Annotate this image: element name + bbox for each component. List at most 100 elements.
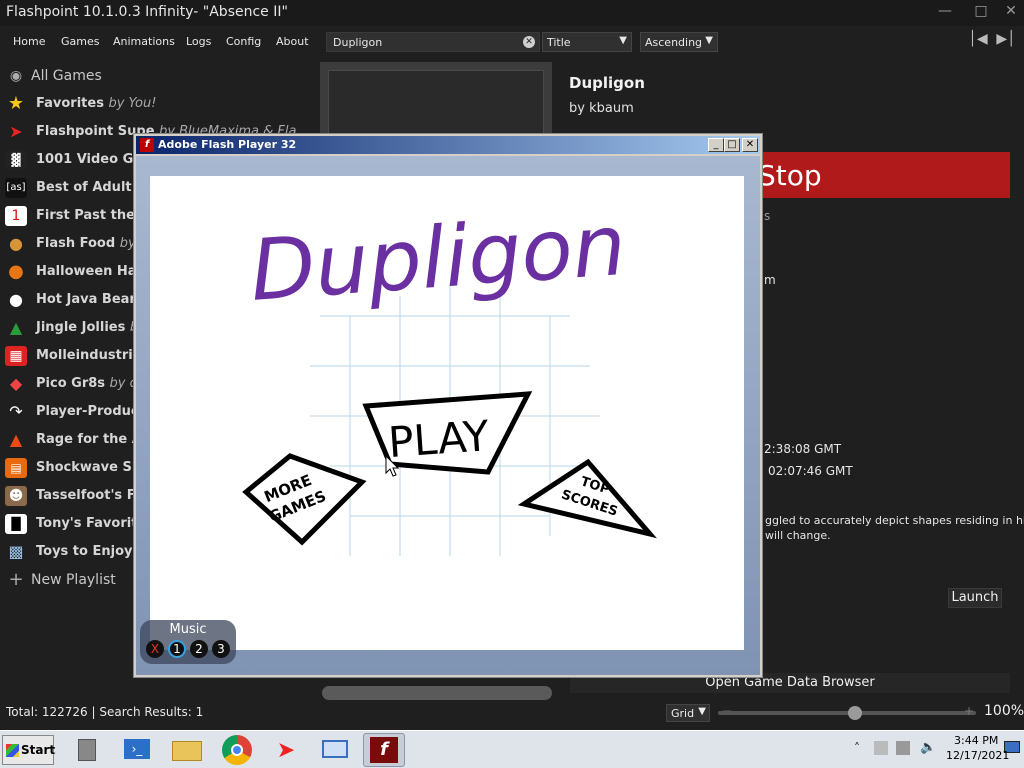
launch-button[interactable]: Launch [948, 588, 1002, 608]
close-icon[interactable]: ✕ [742, 138, 758, 152]
close-icon[interactable]: ✕ [1000, 3, 1022, 21]
playlist-name: Molleindustria [36, 348, 142, 363]
playlist-name: Favorites [36, 96, 104, 111]
chevron-down-icon: ▼ [698, 706, 706, 717]
as-logo-icon: [as] [5, 178, 27, 198]
sidebar-item-label: Rage for the A [36, 432, 142, 447]
flash-player-window: f Adobe Flash Player 32 _ □ ✕ Dupligon P… [133, 133, 763, 678]
sidebar-item-label: Flash Food by T [36, 236, 148, 251]
maximize-icon[interactable]: □ [970, 3, 992, 21]
playlist-name: Jingle Jollies [36, 320, 126, 335]
music-track-1-button[interactable]: 1 [168, 640, 186, 658]
taskbar: Start ›_ ➤ f ˄ 🔈 [0, 730, 1024, 768]
action-center-icon[interactable] [874, 741, 888, 755]
menu-games[interactable]: Games [61, 35, 99, 48]
window-switcher-icon[interactable] [314, 733, 356, 767]
menu-about[interactable]: About [276, 35, 309, 48]
flash-window-title: Adobe Flash Player 32 [158, 138, 297, 151]
more-games-button[interactable]: MORE GAMES [242, 453, 367, 546]
flash-player-taskbar-icon[interactable]: f [363, 733, 405, 767]
volume-icon[interactable]: 🔈 [920, 740, 936, 755]
date-added: 2:38:08 GMT [764, 442, 842, 456]
game-thumbnail [320, 62, 552, 142]
powershell-icon[interactable]: ›_ [116, 733, 158, 767]
description-line: ggled to accurately depict shapes residi… [765, 514, 1024, 527]
date-modified: 02:07:46 GMT [768, 464, 853, 478]
sort-field-select[interactable]: Title ▼ [542, 32, 632, 52]
sidebar-item-label: Jingle Jollies by [36, 320, 146, 335]
horizontal-scrollbar[interactable] [322, 686, 552, 700]
burger-icon: ● [9, 234, 23, 253]
view-mode-value: Grid [671, 707, 695, 720]
search-input[interactable]: Dupligon ✕ [326, 32, 540, 52]
status-text: Total: 122726 | Search Results: 1 [6, 705, 204, 719]
title-bar: Flashpoint 10.1.0.3 Infinity- "Absence I… [0, 0, 1024, 26]
game-logo: Dupligon [247, 196, 629, 320]
show-hidden-icons-icon[interactable]: ˄ [854, 741, 860, 755]
playlist-name: Halloween Hau [36, 264, 146, 279]
minimize-icon[interactable]: — [934, 3, 956, 21]
flash-title-bar: f Adobe Flash Player 32 _ □ ✕ [136, 136, 760, 154]
sidebar-item-label: Molleindustria [36, 348, 141, 363]
game-title: Dupligon [569, 74, 645, 92]
plus-icon: + [8, 569, 24, 590]
star-icon: ★ [7, 93, 25, 114]
playlist-name: Player-Produce [36, 404, 148, 419]
number-one-icon: 1 [5, 206, 27, 226]
eye-icon: ◉ [9, 68, 23, 84]
flashpoint-icon[interactable]: ➤ [264, 733, 306, 767]
playlist-name: Flash Food [36, 236, 116, 251]
start-button[interactable]: Start [2, 735, 55, 765]
zoom-percent: 100% [984, 703, 1024, 719]
zoom-slider-thumb[interactable] [848, 706, 862, 720]
stop-button[interactable]: Stop [748, 152, 1010, 198]
playlist-name: 1001 Video Ga [36, 152, 143, 167]
blocks-icon: ▩ [8, 542, 24, 561]
share-icon: ↷ [9, 402, 23, 421]
flashpoint-icon: ➤ [9, 122, 23, 141]
music-track-2-button[interactable]: 2 [190, 640, 208, 658]
sidebar-item-playlist[interactable]: ★ Favorites by You! [0, 90, 318, 118]
search-value: Dupligon [333, 36, 383, 49]
top-scores-button[interactable]: TOP SCORES [517, 458, 657, 539]
network-icon[interactable] [896, 741, 910, 755]
minimize-icon[interactable]: _ [708, 138, 724, 152]
new-playlist-label: New Playlist [31, 572, 116, 588]
playlist-name: Shockwave Sh [36, 460, 142, 475]
tree-icon: ▲ [9, 318, 23, 337]
collapse-right-icon[interactable]: ▶│ [996, 31, 1016, 51]
server-manager-icon[interactable] [68, 733, 110, 767]
menu-animations[interactable]: Animations [113, 35, 175, 48]
clear-search-icon[interactable]: ✕ [523, 36, 535, 48]
pumpkin-icon: ● [8, 261, 24, 282]
view-mode-select[interactable]: Grid ▼ [666, 704, 710, 722]
flash-stage: Dupligon PLAY MORE GAMES TOP SCORES Musi [136, 156, 760, 675]
play-label: PLAY [387, 411, 491, 467]
chevron-down-icon: ▼ [619, 35, 627, 46]
chrome-icon[interactable] [216, 733, 258, 767]
menu-config[interactable]: Config [226, 35, 261, 48]
music-track-3-button[interactable]: 3 [212, 640, 230, 658]
fire-icon: ▲ [9, 430, 23, 449]
collapse-left-icon[interactable]: │◀ [968, 31, 988, 51]
maximize-icon[interactable]: □ [724, 138, 740, 152]
zoom-in-icon[interactable]: + [964, 704, 974, 718]
sidebar-item-label: Halloween Hau [36, 264, 146, 279]
sort-field-value: Title [547, 36, 571, 49]
zoom-slider[interactable] [718, 706, 976, 720]
sort-order-select[interactable]: Ascending ▼ [640, 32, 718, 52]
game-canvas[interactable]: Dupligon PLAY MORE GAMES TOP SCORES [150, 176, 744, 650]
description-line: will change. [765, 529, 831, 542]
music-off-button[interactable]: X [146, 640, 164, 658]
file-explorer-icon[interactable] [166, 733, 208, 767]
molle-icon: ▦ [5, 346, 27, 366]
sidebar-item-label: Hot Java Beans [36, 292, 146, 307]
sidebar-item-all-games[interactable]: ◉ All Games [0, 62, 318, 90]
chevron-down-icon: ▼ [705, 35, 713, 46]
playlist-name: Best of Adult S [36, 180, 146, 195]
sidebar-item-label: Tony's Favorite [36, 516, 146, 531]
menu-logs[interactable]: Logs [186, 35, 211, 48]
menu-home[interactable]: Home [13, 35, 45, 48]
window-title: Flashpoint 10.1.0.3 Infinity- "Absence I… [6, 4, 288, 20]
playlist-name: Toys to Enjoy [36, 544, 133, 559]
